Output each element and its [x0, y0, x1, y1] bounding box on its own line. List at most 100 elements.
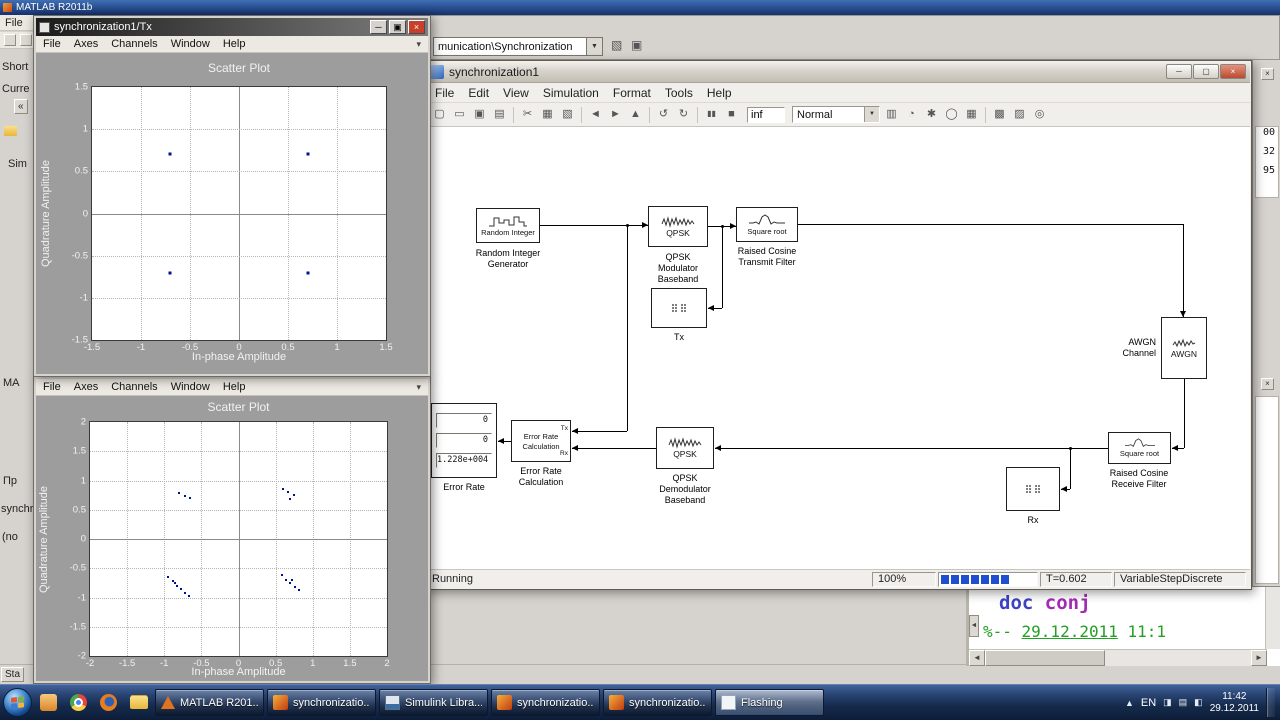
tray-icon-1[interactable]: ◨ [1163, 697, 1172, 708]
scroll-right-icon[interactable]: ► [1251, 650, 1267, 666]
folder-icon[interactable] [4, 126, 17, 136]
matlab-titlebar[interactable]: MATLAB R2011b [0, 0, 1280, 15]
block-error-rate-calculation[interactable]: Error Rate Calculation Tx Rx [511, 420, 571, 462]
language-indicator[interactable]: EN [1141, 697, 1156, 709]
menu-channels[interactable]: Channels [111, 38, 157, 50]
block-label[interactable]: Error Rate [431, 482, 497, 493]
forward-icon[interactable]: ► [607, 106, 624, 123]
model-explorer-icon[interactable]: ▦ [963, 106, 980, 123]
back-icon[interactable]: ◄ [587, 106, 604, 123]
scrollbar-thumb[interactable] [985, 650, 1105, 666]
taskbar-button-matlab[interactable]: MATLAB R201... [155, 689, 264, 716]
restore-button[interactable]: ▣ [389, 20, 406, 34]
model-workspace-icon[interactable]: ◯ [943, 106, 960, 123]
scroll-left-icon[interactable]: ◄ [969, 650, 985, 666]
pause-simulation-icon[interactable]: ▮▮ [703, 106, 720, 123]
menu-view[interactable]: View [503, 86, 529, 100]
save-model-icon[interactable]: ▣ [471, 106, 488, 123]
menu-edit[interactable]: Edit [468, 86, 489, 100]
block-srrc-transmit-filter[interactable]: Square root [736, 207, 798, 242]
block-tx-scope[interactable] [651, 288, 707, 328]
block-label[interactable]: Raised Cosine Receive Filter [1079, 468, 1199, 490]
taskbar-button-library[interactable]: Simulink Libra... [379, 689, 488, 716]
print-icon[interactable]: ▤ [491, 106, 508, 123]
horizontal-scrollbar[interactable]: ◄ ► [969, 649, 1267, 666]
menu-axes[interactable]: Axes [74, 381, 98, 393]
block-srrc-receive-filter[interactable]: Square root [1108, 432, 1171, 464]
up-icon[interactable]: ▲ [627, 106, 644, 123]
model-canvas[interactable]: Random Integer Random Integer Generator … [426, 127, 1250, 569]
cut-icon[interactable]: ✂ [519, 106, 536, 123]
chevron-down-icon[interactable]: ▾ [416, 382, 421, 393]
clock[interactable]: 11:42 29.12.2011 [1210, 691, 1259, 715]
show-hidden-icons[interactable]: ▲ [1125, 698, 1134, 708]
show-desktop-button[interactable] [1266, 688, 1275, 717]
chrome-launcher[interactable] [65, 689, 92, 716]
paste-icon[interactable]: ▧ [611, 38, 622, 52]
block-label[interactable]: Error Rate Calculation [496, 466, 586, 488]
menu-format[interactable]: Format [613, 86, 651, 100]
copy-icon[interactable]: ▦ [539, 106, 556, 123]
block-error-rate-display[interactable]: 0 0 1.228e+004 [431, 403, 497, 478]
open-model-icon[interactable]: ▭ [451, 106, 468, 123]
tray-icon-3[interactable]: ◧ [1194, 697, 1203, 708]
rx-scope-window[interactable]: File Axes Channels Window Help ▾ Scatter… [33, 376, 431, 684]
firefox-launcher[interactable] [95, 689, 122, 716]
undo-icon[interactable]: ↺ [655, 106, 672, 123]
simulation-mode-dropdown[interactable]: Normal ▼ [792, 106, 880, 123]
debug-icon[interactable]: ◎ [1031, 106, 1048, 123]
start-button[interactable] [3, 688, 32, 717]
menu-file[interactable]: File [43, 381, 61, 393]
explorer-launcher[interactable] [125, 689, 152, 716]
block-qpsk-demodulator[interactable]: QPSK [656, 427, 714, 469]
titlebar[interactable]: synchronization1/Tx ─ ▣ × [36, 18, 428, 36]
simulink-model-window[interactable]: synchronization1 ─ ▢ × File Edit View Si… [424, 60, 1252, 590]
menu-tools[interactable]: Tools [665, 86, 693, 100]
vertical-scrollbar[interactable] [1265, 587, 1280, 649]
menu-window[interactable]: Window [171, 381, 210, 393]
block-awgn-channel[interactable]: AWGN [1161, 317, 1207, 379]
toolbar-icon[interactable] [4, 34, 16, 46]
open-system-icon[interactable]: ▣ [631, 38, 642, 52]
menu-file[interactable]: File [43, 38, 61, 50]
new-model-icon[interactable]: ▢ [431, 106, 448, 123]
matlab-menu-file[interactable]: File [5, 17, 23, 29]
menu-simulation[interactable]: Simulation [543, 86, 599, 100]
outlook-launcher[interactable] [35, 689, 62, 716]
address-combobox[interactable]: munication\Synchronization ▼ [433, 37, 603, 56]
taskbar-button-flashing[interactable]: Flashing [715, 689, 824, 716]
stop-simulation-icon[interactable]: ■ [723, 106, 740, 123]
block-label[interactable]: QPSK Demodulator Baseband [626, 473, 744, 506]
menu-channels[interactable]: Channels [111, 381, 157, 393]
tx-scope-window[interactable]: synchronization1/Tx ─ ▣ × File Axes Chan… [33, 15, 431, 377]
dropdown-arrow-icon[interactable]: ▼ [586, 38, 602, 55]
taskbar-button-scope-2[interactable]: synchronizatio... [491, 689, 600, 716]
menu-help[interactable]: Help [223, 381, 246, 393]
sim-stop-time-input[interactable] [747, 106, 785, 123]
titlebar[interactable]: synchronization1 ─ ▢ × [426, 61, 1250, 83]
taskbar-button-scope-3[interactable]: synchronizatio... [603, 689, 712, 716]
paste-icon[interactable]: ▧ [559, 106, 576, 123]
redo-icon[interactable]: ↻ [675, 106, 692, 123]
matlab-start-button[interactable]: Sta [1, 667, 25, 682]
tree-item-sim[interactable]: Sim [8, 158, 27, 170]
close-icon[interactable]: × [1261, 68, 1274, 80]
maximize-button[interactable]: ▢ [1193, 64, 1219, 79]
splitter-arrow-icon[interactable]: ◄ [969, 615, 979, 637]
close-button[interactable]: × [1220, 64, 1246, 79]
update-diagram-icon[interactable]: ◔ [903, 106, 920, 123]
toolbar-icon[interactable] [20, 34, 32, 46]
report-icon[interactable]: ▩ [991, 106, 1008, 123]
block-rx-scope[interactable] [1006, 467, 1060, 511]
close-button[interactable]: × [408, 20, 425, 34]
block-label[interactable]: Tx [651, 332, 707, 343]
menu-axes[interactable]: Axes [74, 38, 98, 50]
menu-file[interactable]: File [435, 86, 454, 100]
settings-icon[interactable]: ✱ [923, 106, 940, 123]
collapse-panel-button[interactable]: « [14, 99, 28, 114]
block-qpsk-modulator[interactable]: QPSK [648, 206, 708, 247]
library-browser-icon[interactable]: ▥ [883, 106, 900, 123]
close-icon[interactable]: × [1261, 378, 1274, 390]
snapshot-icon[interactable]: ▨ [1011, 106, 1028, 123]
file-label-synchr[interactable]: synchr [1, 503, 33, 515]
